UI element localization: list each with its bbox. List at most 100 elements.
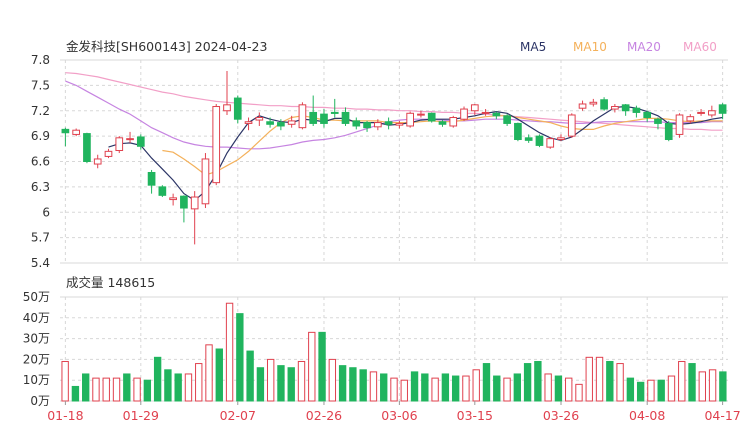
volume-bar [236, 313, 244, 402]
date-tick-label: 02-07 [220, 408, 256, 423]
volume-bar [421, 373, 429, 402]
candle-body [93, 158, 102, 165]
volume-bar [318, 331, 326, 402]
price-tick-label: 5.4 [31, 256, 50, 270]
candle-body [460, 108, 468, 120]
price-tick-label: 6 [42, 205, 50, 219]
volume-bar [678, 360, 686, 402]
chart-title: 金发科技[SH600143] 2024-04-23 [66, 39, 267, 54]
volume-bar [719, 371, 727, 402]
volume-bar [277, 365, 285, 402]
date-tick-label: 04-08 [629, 408, 665, 423]
volume-bar [380, 373, 388, 402]
candle [503, 114, 511, 126]
volume-bar [287, 367, 295, 402]
candle-body [675, 114, 684, 135]
ma-legend: MA5 MA10 MA20 MA60 [520, 40, 717, 54]
volume-bar [616, 363, 624, 402]
volume-bar [102, 377, 110, 402]
price-tick-label: 6.3 [31, 180, 50, 194]
price-tick-label: 7.8 [31, 53, 50, 67]
candle-body [72, 129, 81, 135]
candle [546, 136, 555, 149]
volume-bar [246, 350, 254, 402]
volume-bar [184, 373, 193, 402]
volume-bar [462, 375, 470, 402]
candle [190, 191, 199, 245]
candle-body [277, 122, 285, 127]
volume-bar [647, 379, 655, 402]
date-tick-label: 04-17 [704, 408, 740, 423]
candle-body [514, 122, 522, 141]
volume-bar [153, 356, 162, 402]
candle [298, 102, 307, 130]
candle [223, 70, 231, 115]
volume-bar [82, 373, 90, 402]
volume-bar [328, 358, 337, 402]
volume-bar [523, 363, 532, 402]
candle [643, 110, 652, 122]
candle-body [503, 115, 511, 124]
candle-body [180, 195, 188, 209]
candle-body [535, 135, 544, 146]
candle [427, 112, 436, 123]
volume-bar [369, 371, 378, 402]
candle [320, 109, 328, 128]
candle-body [104, 150, 113, 157]
volume-tick-label: 30万 [23, 332, 50, 346]
volume-bar [606, 360, 614, 402]
candle-body [136, 136, 145, 147]
candle-body [654, 118, 662, 124]
candle [589, 98, 598, 107]
volume-bar [215, 348, 223, 402]
volume-bar [708, 369, 717, 402]
candle [158, 185, 167, 198]
candle-body [632, 107, 641, 113]
date-tick-label: 03-26 [543, 408, 579, 423]
candle-body [718, 104, 727, 114]
candle-body [664, 122, 673, 141]
candle [600, 97, 608, 111]
candle-body [492, 112, 501, 117]
candle-body [126, 138, 134, 141]
volume-bar [349, 367, 357, 402]
volume-bar [657, 379, 665, 402]
candle-body [287, 120, 296, 125]
volume-bar [451, 375, 460, 402]
candle-body [524, 137, 533, 141]
candle-body [115, 137, 124, 152]
volume-tick-label: 50万 [23, 290, 50, 304]
candle-body [707, 110, 716, 116]
volume-bar [205, 344, 213, 402]
candle [621, 103, 630, 116]
volume-bar [688, 363, 696, 402]
volume-bar [297, 360, 306, 402]
volume-bar [123, 373, 131, 402]
candle-body [384, 121, 393, 125]
candle-body [201, 158, 210, 205]
volume-bar [225, 302, 234, 402]
legend-ma60: MA60 [683, 40, 717, 54]
volume-bar [626, 377, 635, 402]
candle [352, 117, 361, 130]
volume-bar [390, 377, 398, 402]
candle [233, 95, 242, 124]
volume-bar [143, 379, 152, 402]
candle-body [223, 104, 231, 112]
volume-bar [565, 377, 573, 402]
candle-body [212, 106, 221, 184]
candle [180, 195, 188, 223]
candle-body [686, 116, 695, 122]
volume-bar [61, 360, 69, 402]
volume-bar [256, 367, 265, 402]
volume-bar [195, 363, 203, 402]
candle-body [363, 122, 371, 129]
candle-body [352, 120, 361, 127]
candle [492, 111, 501, 120]
candle [212, 103, 221, 186]
candle-body [567, 114, 576, 137]
volume-bar [71, 385, 80, 402]
candle [93, 154, 102, 169]
candle [514, 122, 522, 142]
candle [147, 169, 156, 194]
